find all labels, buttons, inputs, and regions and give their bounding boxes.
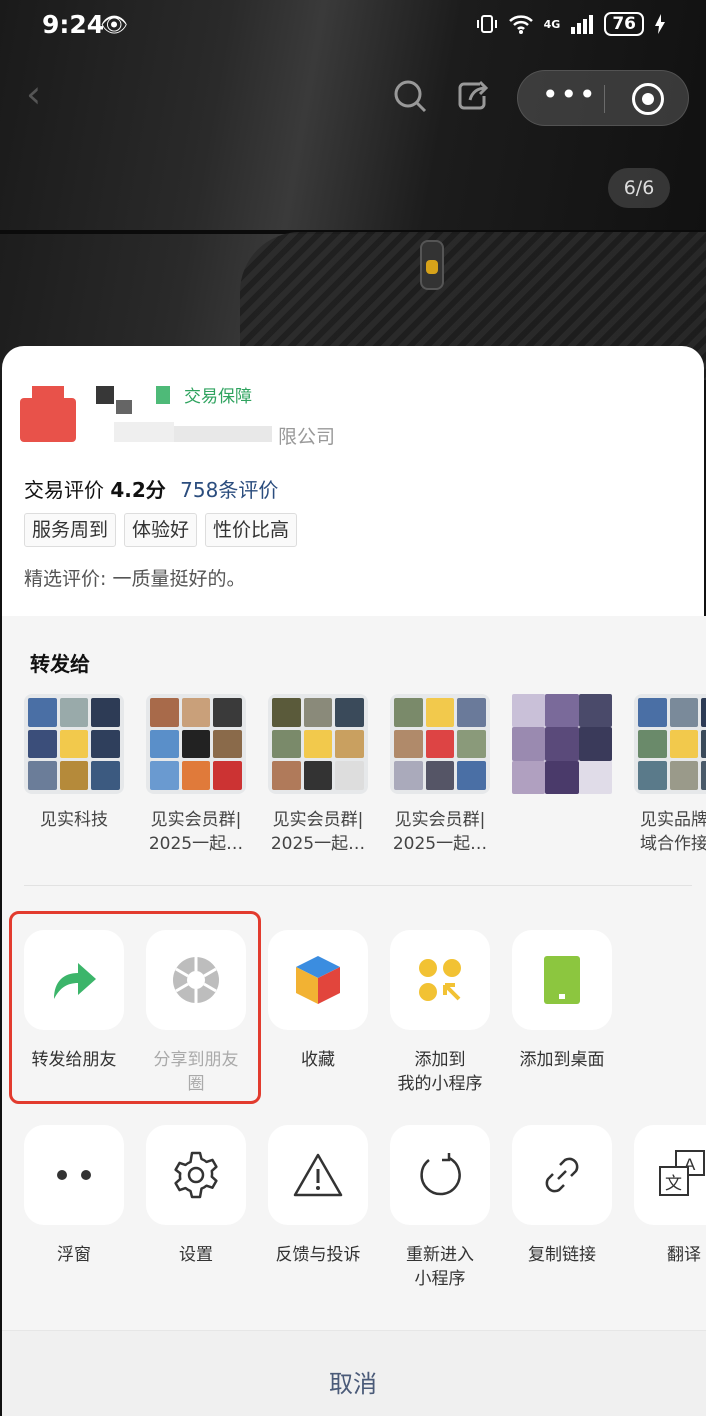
vibrate-icon: [476, 15, 497, 33]
action-tile: [268, 930, 368, 1030]
shoe-buckle: [420, 240, 444, 290]
desktop-phone-icon: [544, 956, 580, 1004]
contact-name: 见实会员群| 2025一起…: [148, 810, 244, 854]
battery-level: 76: [604, 12, 644, 36]
review-tags: 服务周到 体验好 性价比高: [24, 513, 298, 547]
copy-link-button[interactable]: 复制链接: [512, 1125, 612, 1267]
photo-pager: 6/6: [608, 168, 670, 208]
signal-label: 4G: [543, 17, 561, 31]
contact-name: 见实会员群| 2025一起…: [270, 810, 366, 854]
rating-label: 交易评价: [24, 478, 104, 502]
contact-item[interactable]: [512, 694, 612, 808]
cancel-button[interactable]: 取消: [0, 1364, 706, 1399]
link-icon: [545, 1157, 579, 1193]
status-time: 9:24: [42, 10, 105, 39]
action-tile: [390, 930, 490, 1030]
action-tile: [512, 1125, 612, 1225]
reload-icon: [420, 1153, 461, 1196]
feedback-complaint-button[interactable]: 反馈与投诉: [268, 1125, 368, 1267]
review-tag: 服务周到: [24, 513, 117, 547]
action-tile: [512, 930, 612, 1030]
wifi-icon: [508, 15, 533, 34]
charging-icon: [655, 14, 665, 34]
contact-item[interactable]: 见实会员群| 2025一起…: [146, 694, 246, 856]
search-icon[interactable]: [392, 78, 428, 114]
group-avatar: [268, 694, 368, 794]
contact-item[interactable]: 见实会员群| 2025一起…: [390, 694, 490, 856]
svg-text:文: 文: [665, 1174, 682, 1194]
contact-item[interactable]: 见实科技: [24, 694, 124, 832]
review-count-link[interactable]: 758条评价: [180, 478, 278, 502]
action-label: 浮窗: [57, 1245, 91, 1265]
contact-name: 见实科技: [40, 810, 108, 830]
action-label: 反馈与投诉: [275, 1245, 361, 1265]
group-avatar: [24, 694, 124, 794]
rating-score: 4.2分: [110, 478, 166, 502]
action-label: 翻译: [667, 1245, 701, 1265]
reenter-mini-program-button[interactable]: 重新进入 小程序: [390, 1125, 490, 1291]
add-to-desktop-button[interactable]: 添加到桌面: [512, 930, 612, 1072]
share-out-icon[interactable]: [454, 78, 490, 114]
add-to-my-mini-programs-button[interactable]: 添加到 我的小程序: [390, 930, 490, 1096]
translate-button[interactable]: A 文 翻译: [634, 1125, 706, 1267]
contact-name: 见实会员群| 2025一起…: [392, 810, 488, 854]
action-label: 复制链接: [528, 1245, 596, 1265]
group-avatar: [146, 694, 246, 794]
float-window-button[interactable]: 浮窗: [24, 1125, 124, 1267]
action-label: 添加到 我的小程序: [397, 1050, 483, 1094]
favorite-button[interactable]: 收藏: [268, 930, 368, 1072]
product-photo: [0, 0, 706, 380]
gear-icon: [174, 1151, 218, 1199]
settings-button[interactable]: 设置: [146, 1125, 246, 1267]
float-window-icon: [57, 1170, 91, 1180]
action-tile: [390, 1125, 490, 1225]
contact-item[interactable]: 见实会员群| 2025一起…: [268, 694, 368, 856]
status-right: 4G 76: [476, 12, 666, 36]
action-tile: A 文: [634, 1125, 706, 1225]
rating-line: 交易评价 4.2分 758条评价: [24, 474, 278, 503]
translate-icon: A 文: [659, 1150, 705, 1196]
highlight-box: [9, 911, 261, 1104]
action-label: 重新进入 小程序: [406, 1245, 474, 1289]
more-dots-icon[interactable]: •••: [542, 81, 598, 109]
action-label: 收藏: [301, 1050, 335, 1070]
featured-review: 精选评价: 一质量挺好的。: [24, 568, 246, 590]
share-title: 转发给: [30, 652, 90, 676]
contact-item[interactable]: 见实品牌 域合作接: [634, 694, 706, 856]
share-divider: [24, 885, 692, 886]
action-tile: [24, 1125, 124, 1225]
action-tile: [146, 1125, 246, 1225]
action-label: 设置: [179, 1245, 213, 1265]
seller-name[interactable]: 交易保障 限公司: [92, 380, 352, 450]
status-bar: 9:24 👁 4G 76: [0, 0, 706, 52]
guarantee-badge: 交易保障: [184, 387, 252, 407]
action-tile: [268, 1125, 368, 1225]
favorites-cube-icon: [296, 956, 340, 1004]
action-label: 添加到桌面: [519, 1050, 605, 1070]
capsule-divider: [604, 85, 605, 113]
back-chevron-icon[interactable]: ‹: [26, 74, 56, 114]
group-avatar: [390, 694, 490, 794]
eye-icon: 👁: [100, 13, 128, 38]
warning-icon: [293, 1153, 343, 1197]
pixelated-avatar: [512, 694, 612, 794]
review-tag: 性价比高: [205, 513, 298, 547]
company-suffix: 限公司: [278, 426, 336, 448]
close-target-icon[interactable]: [632, 83, 664, 115]
seller-logo: [20, 386, 76, 442]
contact-name: 见实品牌 域合作接: [640, 810, 706, 854]
review-tag: 体验好: [124, 513, 198, 547]
mini-program-icon: [419, 959, 461, 1001]
mini-program-capsule: •••: [517, 70, 689, 126]
signal-icon: [571, 15, 594, 34]
group-avatar: [634, 694, 706, 794]
